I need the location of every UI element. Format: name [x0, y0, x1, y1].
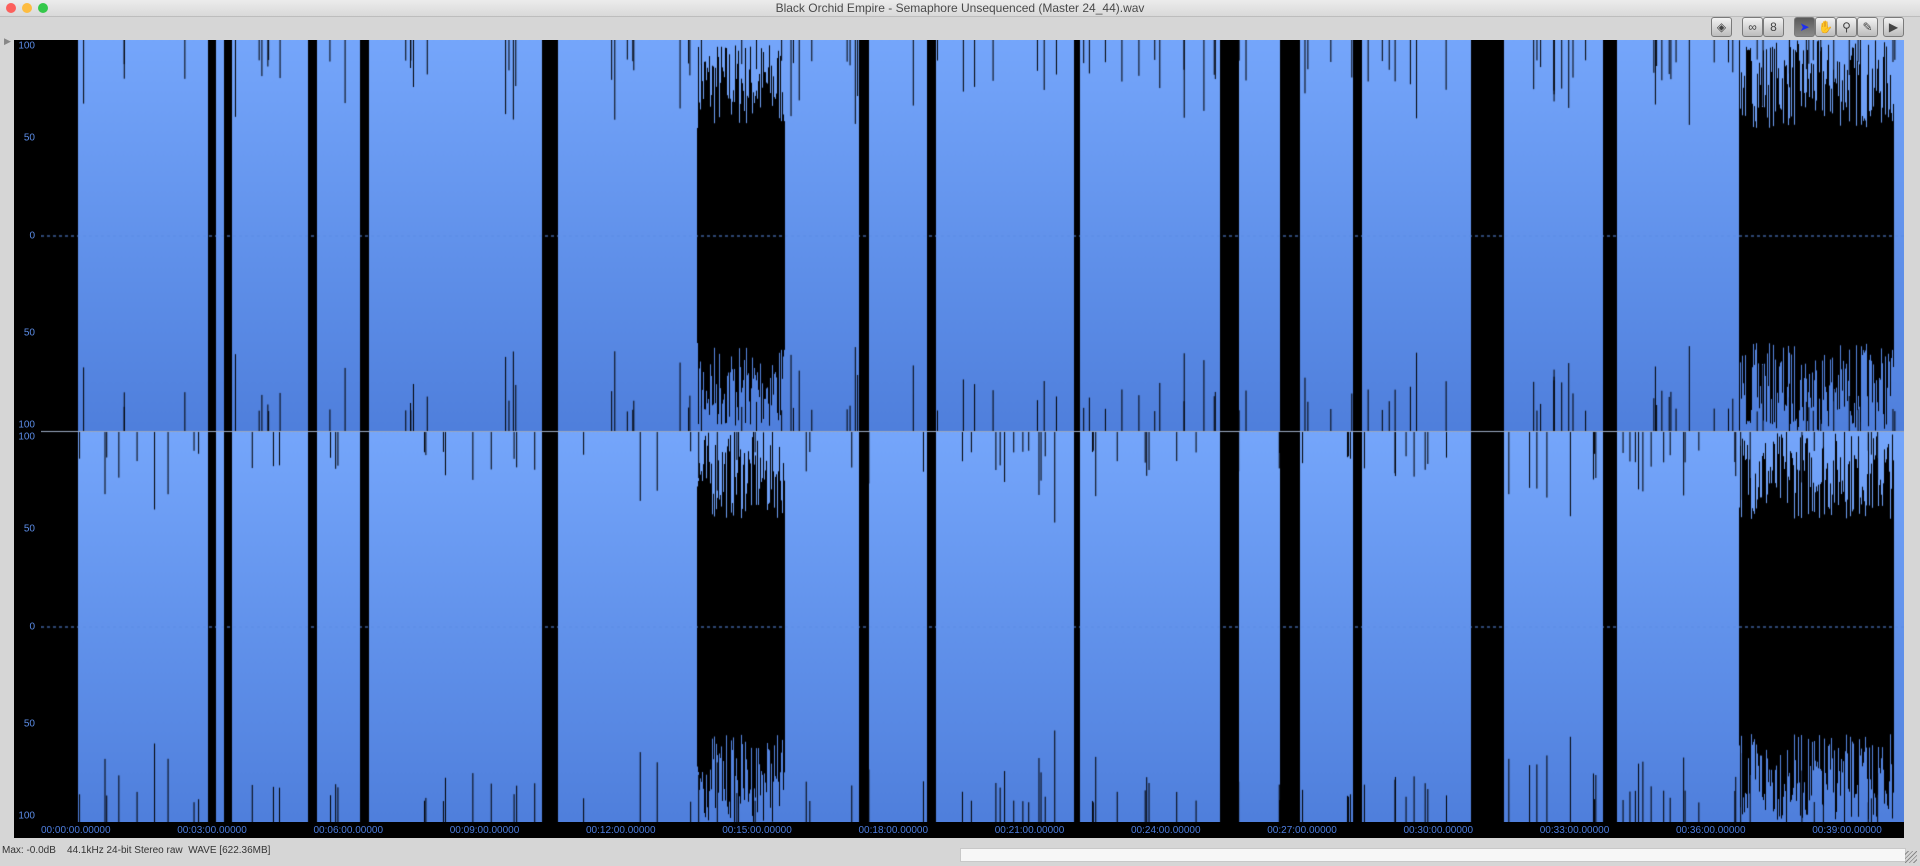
time-label: 00:06:00.00000 [313, 825, 384, 836]
time-label: 00:27:00.00000 [1267, 825, 1337, 836]
time-label: 00:36:00.00000 [1676, 825, 1746, 836]
time-label: 00:03:00.00000 [177, 825, 247, 836]
amplitude-label: 100 [18, 810, 35, 822]
time-ruler[interactable]: 00:00:00.00000 00:03:00.00000 00:06:00.000… [41, 822, 1904, 838]
play-button-button[interactable]: ▶ [1883, 17, 1904, 37]
status-info: Max: -0.0dB 44.1kHz 24-bit Stereo raw WA… [2, 845, 271, 856]
amplitude-label: 50 [23, 132, 35, 144]
amplitude-label: 100 [18, 40, 35, 52]
zoom-tool-button[interactable]: ⚲ [1836, 17, 1857, 37]
stacked-channels-icon: 8 [1770, 20, 1777, 34]
window-title: Black Orchid Empire - Semaphore Unsequen… [775, 1, 1145, 15]
horizontal-scrollbar[interactable] [960, 848, 1906, 862]
title-bar: Black Orchid Empire - Semaphore Unsequen… [0, 0, 1920, 17]
waveform-editor[interactable]: 100 50 0 50 100 100 50 0 50 100 00:00:00.00000 00:… [14, 40, 1904, 838]
time-label: 00:21:00.00000 [994, 825, 1065, 836]
time-label: 00:09:00.00000 [449, 825, 520, 836]
amplitude-label: 0 [29, 230, 35, 241]
hand-tool-button[interactable]: ✋ [1815, 17, 1836, 37]
linked-channels-icon: ∞ [1748, 20, 1757, 34]
diamond-arrows-icon: ◈ [1716, 20, 1727, 34]
play-icon: ▶ [1888, 20, 1899, 34]
amplitude-label: 50 [23, 718, 35, 730]
toolbar: ◈ ∞ 8 ➤ ✋ ⚲ ✎ ▶ [0, 17, 1920, 39]
close-window-button[interactable] [6, 3, 16, 13]
time-label: 00:12:00.00000 [586, 825, 656, 836]
time-label: 00:39:00.00000 [1812, 825, 1882, 836]
time-label: 00:00:00.00000 [41, 825, 111, 836]
waveform-display[interactable] [41, 40, 1904, 822]
amplitude-label: 100 [18, 419, 35, 431]
amplitude-label: 100 [18, 431, 35, 443]
stacked-channels-button[interactable]: 8 [1763, 17, 1784, 37]
amplitude-label: 50 [23, 523, 35, 535]
time-label: 00:18:00.00000 [858, 825, 929, 836]
pencil-tool-button[interactable]: ✎ [1857, 17, 1878, 37]
amplitude-label: 50 [23, 327, 35, 339]
zoom-window-button[interactable] [38, 3, 48, 13]
minimize-window-button[interactable] [22, 3, 32, 13]
time-label: 00:30:00.00000 [1403, 825, 1474, 836]
link-channels-button[interactable]: ∞ [1742, 17, 1763, 37]
amplitude-label: 0 [29, 621, 35, 632]
resize-grip-icon[interactable] [1905, 851, 1917, 863]
amplitude-ruler: 100 50 0 50 100 100 50 0 50 100 [14, 40, 40, 822]
loop-toggle-button[interactable]: ◈ [1711, 17, 1732, 37]
arrow-cursor-icon: ➤ [1799, 20, 1810, 34]
playhead-marker-icon[interactable]: ▶ [4, 36, 11, 47]
hand-icon: ✋ [1818, 20, 1833, 34]
select-tool-button[interactable]: ➤ [1794, 17, 1815, 37]
time-label: 00:24:00.00000 [1131, 825, 1201, 836]
time-label: 00:33:00.00000 [1539, 825, 1610, 836]
time-label: 00:15:00.00000 [722, 825, 792, 836]
pencil-icon: ✎ [1862, 20, 1873, 34]
magnifier-icon: ⚲ [1842, 20, 1851, 34]
